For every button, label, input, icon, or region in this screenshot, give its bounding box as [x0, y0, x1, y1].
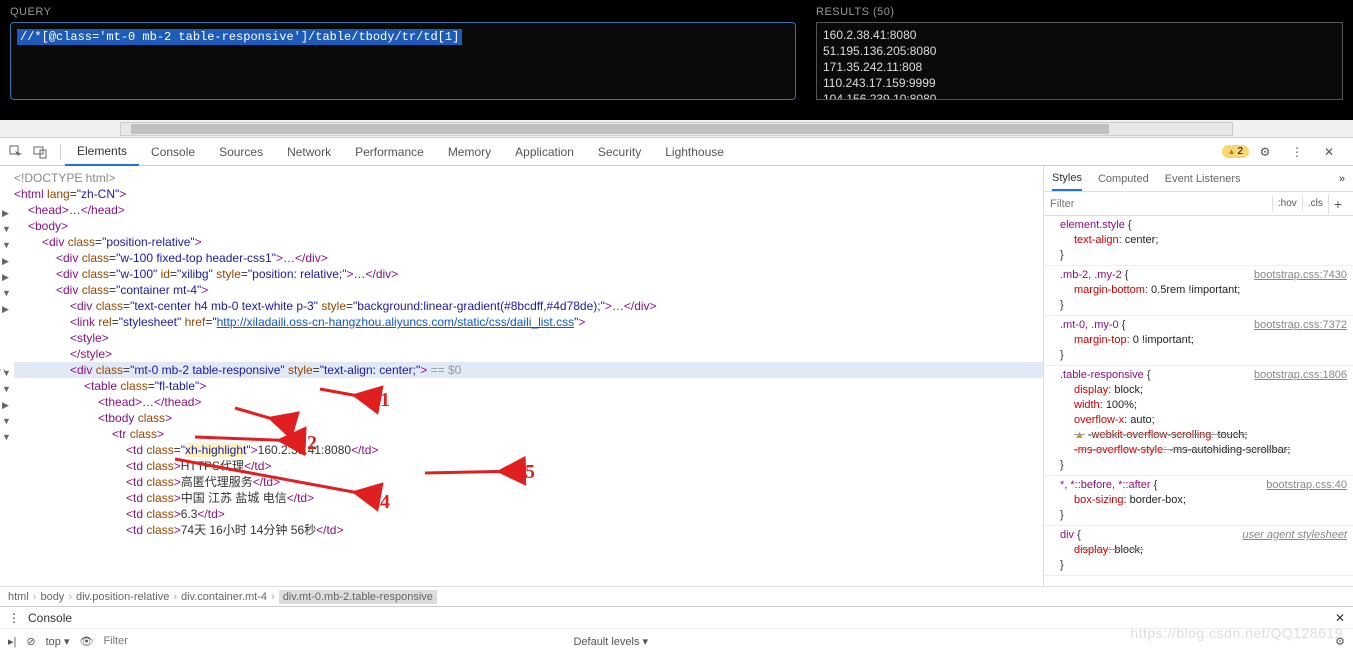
style-rule[interactable]: element.style {text-align: center;} [1044, 216, 1353, 266]
style-rule[interactable]: user agent stylesheetdiv {display: block… [1044, 526, 1353, 576]
device-toggle-icon[interactable] [32, 144, 48, 160]
dom-td-6[interactable]: <td class>74天 16小时 14分钟 56秒</td> [14, 522, 1043, 538]
styles-more-icon[interactable]: » [1339, 173, 1345, 185]
xpath-helper-panel: QUERY //*[@class='mt-0 mb-2 table-respon… [0, 0, 1353, 120]
eye-icon[interactable]: 👁 [79, 635, 93, 648]
dom-td-2[interactable]: <td class>HTTPS代理</td> [14, 458, 1043, 474]
console-clear-icon[interactable]: ⊘ [26, 635, 35, 648]
query-text[interactable]: //*[@class='mt-0 mb-2 table-responsive']… [17, 29, 462, 45]
console-kebab-icon[interactable]: ⋮ [8, 611, 20, 625]
rule-source-link[interactable]: bootstrap.css:1806 [1254, 368, 1347, 383]
rule-source-link[interactable]: bootstrap.css:40 [1266, 478, 1347, 493]
tab-sources[interactable]: Sources [207, 139, 275, 165]
styles-tab-styles[interactable]: Styles [1052, 167, 1082, 191]
results-section: RESULTS (50) 160.2.38.41:8080 51.195.136… [806, 0, 1353, 120]
result-item: 160.2.38.41:8080 [823, 27, 1336, 43]
styles-tab-events[interactable]: Event Listeners [1165, 168, 1241, 190]
dom-div-container[interactable]: ▼<div class="container mt-4"> [14, 282, 1043, 298]
cls-button[interactable]: .cls [1302, 196, 1328, 211]
dom-td-4[interactable]: <td class>中国 江苏 盐城 电信</td> [14, 490, 1043, 506]
tab-security[interactable]: Security [586, 139, 653, 165]
console-tab-label[interactable]: Console [28, 611, 72, 625]
rule-source-link[interactable]: bootstrap.css:7430 [1254, 268, 1347, 283]
tab-performance[interactable]: Performance [343, 139, 436, 165]
tab-elements[interactable]: Elements [65, 138, 139, 166]
styles-filter-bar: :hov .cls + [1044, 192, 1353, 216]
dom-tr[interactable]: ▼<tr class> [14, 426, 1043, 442]
crumb-position-relative[interactable]: div.position-relative [76, 591, 169, 603]
devtools-body: <!DOCTYPE html> <html lang="zh-CN"> ▶<he… [0, 166, 1353, 586]
watermark: https://blog.csdn.net/QQ128619 [1130, 625, 1343, 641]
dom-td-5[interactable]: <td class>6.3</td> [14, 506, 1043, 522]
gear-icon[interactable]: ⚙ [1257, 144, 1273, 160]
close-icon[interactable]: ✕ [1321, 144, 1337, 160]
dom-table[interactable]: ▼<table class="fl-table"> [14, 378, 1043, 394]
tab-network[interactable]: Network [275, 139, 343, 165]
rule-source-ua: user agent stylesheet [1242, 528, 1347, 543]
dom-doctype[interactable]: <!DOCTYPE html> [14, 170, 1043, 186]
dom-td-1[interactable]: <td class="xh-highlight">160.2.38.41:808… [14, 442, 1043, 458]
results-list[interactable]: 160.2.38.41:8080 51.195.136.205:8080 171… [816, 22, 1343, 100]
crumb-html[interactable]: html [8, 591, 29, 603]
results-label: RESULTS (50) [816, 6, 1343, 18]
crumb-container[interactable]: div.container.mt-4 [181, 591, 267, 603]
elements-panel[interactable]: <!DOCTYPE html> <html lang="zh-CN"> ▶<he… [0, 166, 1043, 586]
dom-thead[interactable]: ▶<thead>…</thead> [14, 394, 1043, 410]
new-style-rule-button[interactable]: + [1328, 194, 1347, 214]
inspect-icon[interactable] [8, 144, 24, 160]
crumb-selected[interactable]: div.mt-0.mb-2.table-responsive [279, 590, 437, 604]
tab-application[interactable]: Application [503, 139, 586, 165]
console-filter-input[interactable] [103, 635, 363, 647]
style-rule[interactable]: bootstrap.css:1806.table-responsive {dis… [1044, 366, 1353, 476]
log-levels-dropdown[interactable]: Default levels ▾ [573, 635, 648, 648]
query-input-box[interactable]: //*[@class='mt-0 mb-2 table-responsive']… [10, 22, 796, 100]
query-section: QUERY //*[@class='mt-0 mb-2 table-respon… [0, 0, 806, 120]
console-close-icon[interactable]: ✕ [1335, 611, 1345, 625]
result-item: 51.195.136.205:8080 [823, 43, 1336, 59]
console-sidebar-toggle-icon[interactable]: ▸| [8, 635, 16, 648]
styles-panel: Styles Computed Event Listeners » :hov .… [1043, 166, 1353, 586]
dom-div-xilibg[interactable]: ▶<div class="w-100" id="xilibg" style="p… [14, 266, 1043, 282]
style-rule[interactable]: bootstrap.css:40*, *::before, *::after {… [1044, 476, 1353, 526]
hov-button[interactable]: :hov [1272, 196, 1302, 211]
elements-breadcrumb[interactable]: html› body› div.position-relative› div.c… [0, 586, 1353, 606]
dom-link-css[interactable]: <link rel="stylesheet" href="http://xila… [14, 314, 1043, 330]
styles-tabs: Styles Computed Event Listeners » [1044, 166, 1353, 192]
dom-div-gradient[interactable]: ▶<div class="text-center h4 mb-0 text-wh… [14, 298, 1043, 314]
styles-rules[interactable]: element.style {text-align: center;}boots… [1044, 216, 1353, 586]
styles-filter-input[interactable] [1050, 198, 1272, 210]
dom-div-position-relative[interactable]: ▼<div class="position-relative"> [14, 234, 1043, 250]
dom-body[interactable]: ▼<body> [14, 218, 1043, 234]
dom-div-header[interactable]: ▶<div class="w-100 fixed-top header-css1… [14, 250, 1043, 266]
page-horizontal-scrollbar[interactable] [0, 120, 1353, 138]
dom-tbody[interactable]: ▼<tbody class> [14, 410, 1043, 426]
dom-html[interactable]: <html lang="zh-CN"> [14, 186, 1043, 202]
dom-style-open[interactable]: <style> [14, 330, 1043, 346]
dom-style-close[interactable]: </style> [14, 346, 1043, 362]
console-context[interactable]: top ▾ [46, 635, 70, 648]
query-label: QUERY [10, 6, 796, 18]
result-item: 104.156.239.10:8080 [823, 91, 1336, 100]
dom-td-3[interactable]: <td class>高匿代理服务</td> [14, 474, 1043, 490]
style-rule[interactable]: bootstrap.css:7372.mt-0, .my-0 {margin-t… [1044, 316, 1353, 366]
result-item: 171.35.242.11:808 [823, 59, 1336, 75]
devtools-tab-bar: Elements Console Sources Network Perform… [0, 138, 1353, 166]
dom-div-table-responsive[interactable]: ▼<div class="mt-0 mb-2 table-responsive"… [14, 362, 1043, 378]
tab-memory[interactable]: Memory [436, 139, 503, 165]
styles-tab-computed[interactable]: Computed [1098, 168, 1149, 190]
warnings-badge[interactable]: 2 [1222, 145, 1249, 158]
crumb-body[interactable]: body [40, 591, 64, 603]
style-rule[interactable]: bootstrap.css:7430.mb-2, .my-2 {margin-b… [1044, 266, 1353, 316]
kebab-icon[interactable]: ⋮ [1289, 144, 1305, 160]
tab-console[interactable]: Console [139, 139, 207, 165]
tab-lighthouse[interactable]: Lighthouse [653, 139, 736, 165]
rule-source-link[interactable]: bootstrap.css:7372 [1254, 318, 1347, 333]
dom-head[interactable]: ▶<head>…</head> [14, 202, 1043, 218]
result-item: 110.243.17.159:9999 [823, 75, 1336, 91]
